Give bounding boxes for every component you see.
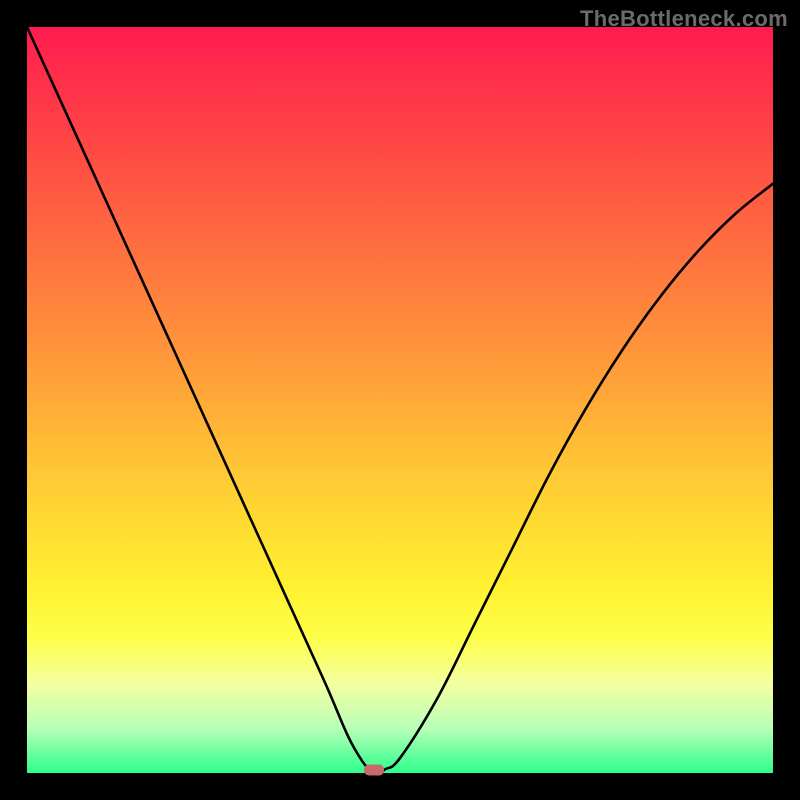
plot-area bbox=[27, 27, 773, 773]
bottleneck-curve-path bbox=[27, 27, 773, 773]
watermark-text: TheBottleneck.com bbox=[580, 6, 788, 32]
optimal-marker bbox=[364, 765, 384, 776]
chart-container: TheBottleneck.com bbox=[0, 0, 800, 800]
curve-svg bbox=[27, 27, 773, 773]
